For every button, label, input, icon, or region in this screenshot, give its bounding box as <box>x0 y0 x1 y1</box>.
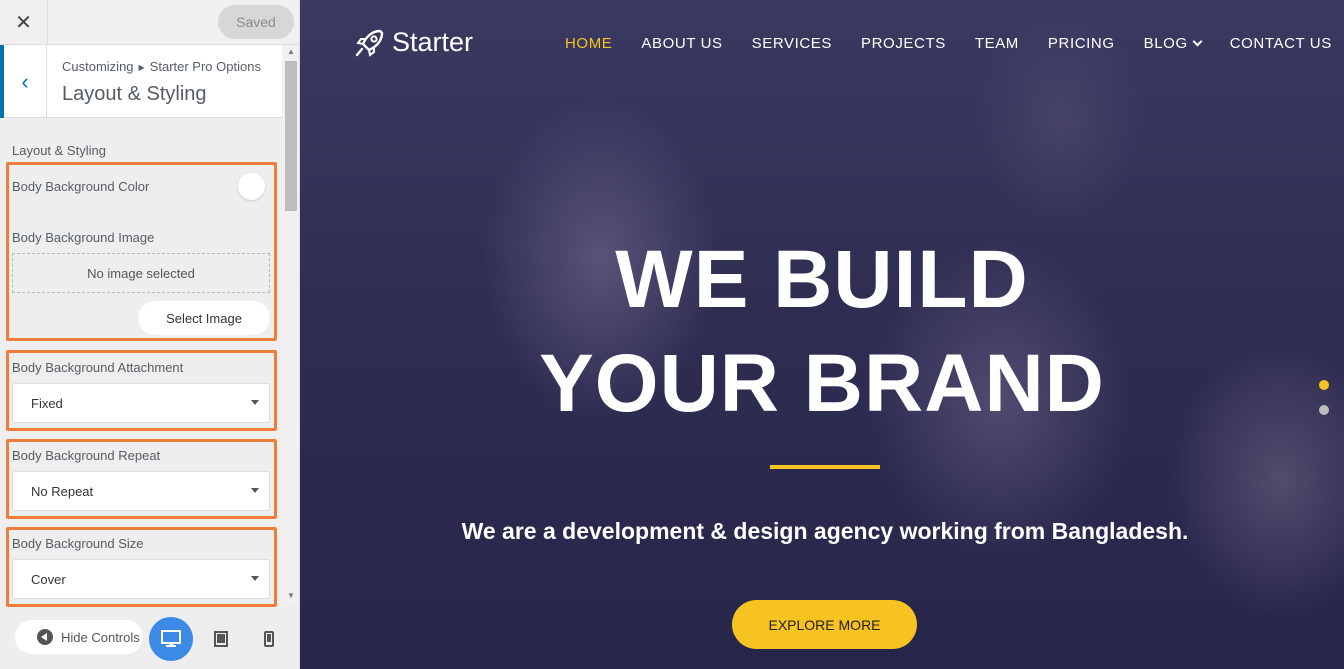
breadcrumb: Customizing ▶ Starter Pro Options <box>62 59 261 74</box>
breadcrumb-separator-icon: ▶ <box>138 63 145 72</box>
site-preview: Starter HOME ABOUT US SERVICES PROJECTS … <box>300 0 1344 669</box>
scrollbar-thumb[interactable] <box>285 61 297 211</box>
bg-image-label: Body Background Image <box>12 230 155 245</box>
size-select[interactable]: Cover <box>12 559 270 599</box>
section-header: ‹ Customizing ▶ Starter Pro Options Layout… <box>0 45 282 118</box>
logo-text: Starter <box>392 27 474 57</box>
size-value: Cover <box>31 571 66 587</box>
slider-dot[interactable] <box>1319 405 1329 415</box>
site-logo[interactable]: Starter <box>354 27 473 58</box>
select-image-button[interactable]: Select Image <box>138 301 270 335</box>
hero-title-line-2: YOUR BRAND <box>539 338 1105 429</box>
chevron-down-icon <box>251 488 259 493</box>
breadcrumb-parent: Customizing <box>62 59 134 74</box>
saved-button[interactable]: Saved <box>218 5 294 39</box>
repeat-label: Body Background Repeat <box>12 448 161 463</box>
tablet-preview-icon[interactable] <box>209 627 233 651</box>
bg-color-label: Body Background Color <box>12 179 150 194</box>
nav-item-pricing[interactable]: PRICING <box>1048 35 1115 52</box>
hide-controls-label: Hide Controls <box>61 629 140 645</box>
back-arrow-icon[interactable]: ‹ <box>0 45 47 118</box>
group-heading: Layout & Styling <box>12 143 106 158</box>
customizer-footer: Hide Controls <box>0 609 299 669</box>
close-icon[interactable]: ✕ <box>0 0 48 45</box>
attachment-select[interactable]: Fixed <box>12 383 270 423</box>
chevron-down-icon <box>1192 36 1203 47</box>
chevron-down-icon <box>251 400 259 405</box>
attachment-label: Body Background Attachment <box>12 360 184 375</box>
rocket-icon <box>355 29 384 57</box>
nav-item-blog[interactable]: BLOG <box>1143 35 1203 52</box>
nav-item-home[interactable]: HOME <box>565 35 612 52</box>
explore-more-button[interactable]: EXPLORE MORE <box>732 600 917 649</box>
nav-item-about[interactable]: ABOUT US <box>641 35 722 52</box>
customizer-sidebar: ✕ Saved ‹ Customizing ▶ Starter Pro Option… <box>0 0 300 669</box>
hero-divider <box>770 465 880 469</box>
slider-dot-active[interactable] <box>1319 380 1329 390</box>
desktop-preview-icon[interactable] <box>149 617 193 661</box>
hero-title-line-1: WE BUILD <box>615 234 1029 325</box>
nav-item-team[interactable]: TEAM <box>975 35 1019 52</box>
nav-item-contact[interactable]: CONTACT US <box>1230 35 1332 52</box>
image-placeholder: No image selected <box>12 253 270 293</box>
scroll-down-icon[interactable]: ▼ <box>282 591 299 603</box>
hero-subtitle: We are a development & design agency wor… <box>461 518 1189 544</box>
collapse-icon <box>37 629 53 645</box>
chevron-down-icon <box>251 576 259 581</box>
hide-controls-button[interactable]: Hide Controls <box>15 620 143 654</box>
size-label: Body Background Size <box>12 536 144 551</box>
breadcrumb-child: Starter Pro Options <box>149 59 261 74</box>
hero-title: WE BUILD YOUR BRAND <box>300 228 1344 436</box>
nav-blog-label: BLOG <box>1143 35 1188 52</box>
bg-color-picker[interactable] <box>238 173 265 200</box>
scroll-up-icon[interactable]: ▲ <box>282 47 299 59</box>
repeat-value: No Repeat <box>31 483 94 499</box>
repeat-select[interactable]: No Repeat <box>12 471 270 511</box>
nav-item-services[interactable]: SERVICES <box>752 35 832 52</box>
scrollbar[interactable]: ▲ ▼ <box>282 45 299 605</box>
nav-item-projects[interactable]: PROJECTS <box>861 35 946 52</box>
section-title: Layout & Styling <box>62 83 207 105</box>
mobile-preview-icon[interactable] <box>257 627 281 651</box>
attachment-value: Fixed <box>31 395 63 411</box>
customizer-header-bar: ✕ Saved <box>0 0 299 45</box>
main-nav: HOME ABOUT US SERVICES PROJECTS TEAM PRI… <box>565 35 1332 52</box>
